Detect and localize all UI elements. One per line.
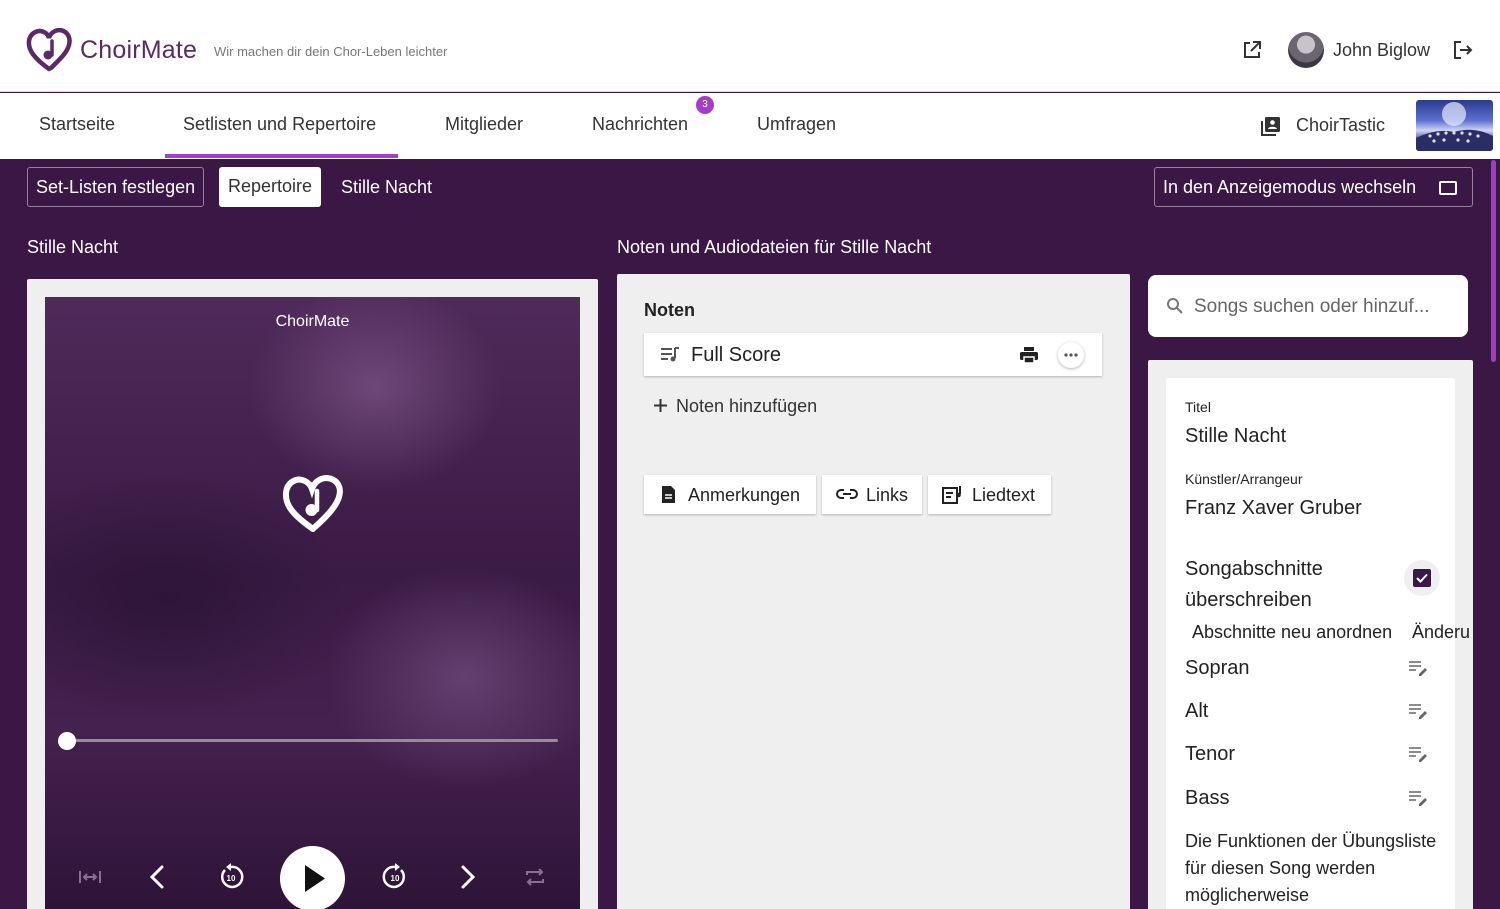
practice-list-warning: Die Funktionen der Übungsliste für diese… (1185, 831, 1437, 905)
add-notes-label: Noten hinzufügen (676, 396, 818, 416)
rewind-10-icon[interactable]: 10 (216, 862, 246, 892)
print-icon[interactable] (1019, 346, 1039, 364)
tab-nachrichten[interactable]: Nachrichten (592, 114, 688, 135)
lyrics-label: Liedtext (972, 485, 1036, 505)
song-section-title: Stille Nacht (27, 237, 119, 257)
edit-part-icon[interactable] (1408, 790, 1428, 806)
player-logo-icon (282, 474, 343, 532)
messages-badge: 3 (696, 96, 714, 114)
song-search[interactable]: Songs suchen oder hinzuf... (1148, 275, 1468, 337)
logout-icon[interactable] (1451, 38, 1475, 62)
display-mode-label: In den Anzeigemodus wechseln (1163, 177, 1417, 197)
display-mode-button[interactable]: In den Anzeigemodus wechseln (1154, 167, 1473, 207)
breadcrumb: Stille Nacht (341, 177, 433, 197)
checkbox-checked (1413, 569, 1431, 587)
override-sections-label-1: Songabschnitte (1185, 558, 1323, 580)
svg-text:10: 10 (391, 874, 400, 883)
more-icon (1064, 353, 1078, 357)
setlists-button[interactable]: Set-Listen festlegen (27, 167, 205, 207)
tab-umfragen[interactable]: Umfragen (757, 114, 836, 135)
edit-part-icon[interactable] (1408, 703, 1428, 719)
notes-section-title: Noten und Audiodateien für Stille Nacht (617, 237, 932, 257)
display-mode-icon (1439, 181, 1458, 195)
player-title: ChoirMate (275, 313, 350, 330)
tab-mitglieder[interactable]: Mitglieder (445, 114, 523, 135)
links-label: Links (866, 485, 909, 505)
play-icon (305, 865, 325, 892)
tab-setlisten[interactable]: Setlisten und Repertoire (183, 114, 376, 135)
next-icon[interactable] (452, 862, 482, 892)
lyrics-icon (942, 486, 961, 504)
add-notes-button[interactable]: Noten hinzufügen (653, 396, 817, 417)
override-sections-checkbox[interactable] (1404, 560, 1440, 596)
notes-heading: Noten (644, 300, 695, 320)
document-icon (662, 486, 675, 503)
changes-button[interactable]: Änderu (1412, 622, 1470, 643)
part-sopran[interactable]: Sopran (1185, 657, 1250, 680)
more-options-button[interactable] (1058, 342, 1084, 368)
progress-thumb[interactable] (58, 732, 76, 750)
avatar[interactable] (1288, 32, 1324, 68)
part-alt[interactable]: Alt (1185, 700, 1208, 723)
search-input[interactable]: Songs suchen oder hinzuf... (1194, 296, 1430, 318)
choirmate-logo-icon[interactable] (26, 28, 72, 72)
score-row[interactable]: Full Score (644, 333, 1102, 376)
title-label: Titel (1185, 399, 1211, 415)
choir-image[interactable] (1416, 100, 1493, 151)
title-field[interactable]: Stille Nacht (1185, 425, 1286, 448)
active-tab-indicator (165, 154, 398, 158)
choir-name[interactable]: ChoirTastic (1296, 115, 1385, 136)
main-nav: Startseite Setlisten und Repertoire Mitg… (0, 93, 1500, 159)
page-scrollbar[interactable] (1491, 160, 1496, 362)
link-icon (836, 489, 858, 499)
links-button[interactable]: Links (822, 475, 922, 514)
search-icon (1167, 298, 1183, 314)
song-details: Titel Stille Nacht Künstler/Arrangeur Fr… (1166, 378, 1470, 909)
plus-icon (654, 399, 667, 412)
annotations-label: Anmerkungen (688, 485, 801, 505)
choir-switch-icon[interactable] (1260, 115, 1282, 137)
app-header: ChoirMate Wir machen dir dein Chor-Leben… (0, 0, 1500, 92)
part-bass[interactable]: Bass (1185, 787, 1229, 810)
loop-range-icon[interactable] (75, 862, 105, 892)
lyrics-button[interactable]: Liedtext (928, 475, 1051, 514)
audio-player: ChoirMate 10 10 (45, 297, 580, 909)
tagline: Wir machen dir dein Chor-Leben leichter (214, 44, 448, 59)
check-icon (1416, 573, 1428, 583)
edit-part-icon[interactable] (1408, 746, 1428, 762)
notes-panel: Noten Full Score Noten hinzufügen Anmerk… (617, 274, 1130, 909)
artist-label: Künstler/Arrangeur (1185, 471, 1303, 487)
override-sections-label-2: überschreiben (1185, 589, 1312, 611)
user-name[interactable]: John Biglow (1333, 40, 1430, 61)
svg-text:10: 10 (227, 874, 236, 883)
repertoire-button[interactable]: Repertoire (219, 167, 322, 207)
open-external-icon[interactable] (1240, 38, 1264, 62)
previous-icon[interactable] (143, 862, 173, 892)
reorder-sections-button[interactable]: Abschnitte neu anordnen (1192, 622, 1392, 643)
play-button[interactable] (280, 846, 345, 909)
artist-field[interactable]: Franz Xaver Gruber (1185, 497, 1362, 520)
brand-name: ChoirMate (80, 36, 198, 64)
repeat-icon[interactable] (520, 862, 550, 892)
annotations-button[interactable]: Anmerkungen (644, 475, 816, 514)
sheet-music-icon (661, 347, 679, 362)
tab-startseite[interactable]: Startseite (39, 114, 115, 135)
score-name: Full Score (691, 344, 782, 366)
edit-part-icon[interactable] (1408, 660, 1428, 676)
forward-10-icon[interactable]: 10 (380, 862, 410, 892)
progress-track[interactable] (67, 739, 558, 742)
part-tenor[interactable]: Tenor (1185, 743, 1235, 766)
